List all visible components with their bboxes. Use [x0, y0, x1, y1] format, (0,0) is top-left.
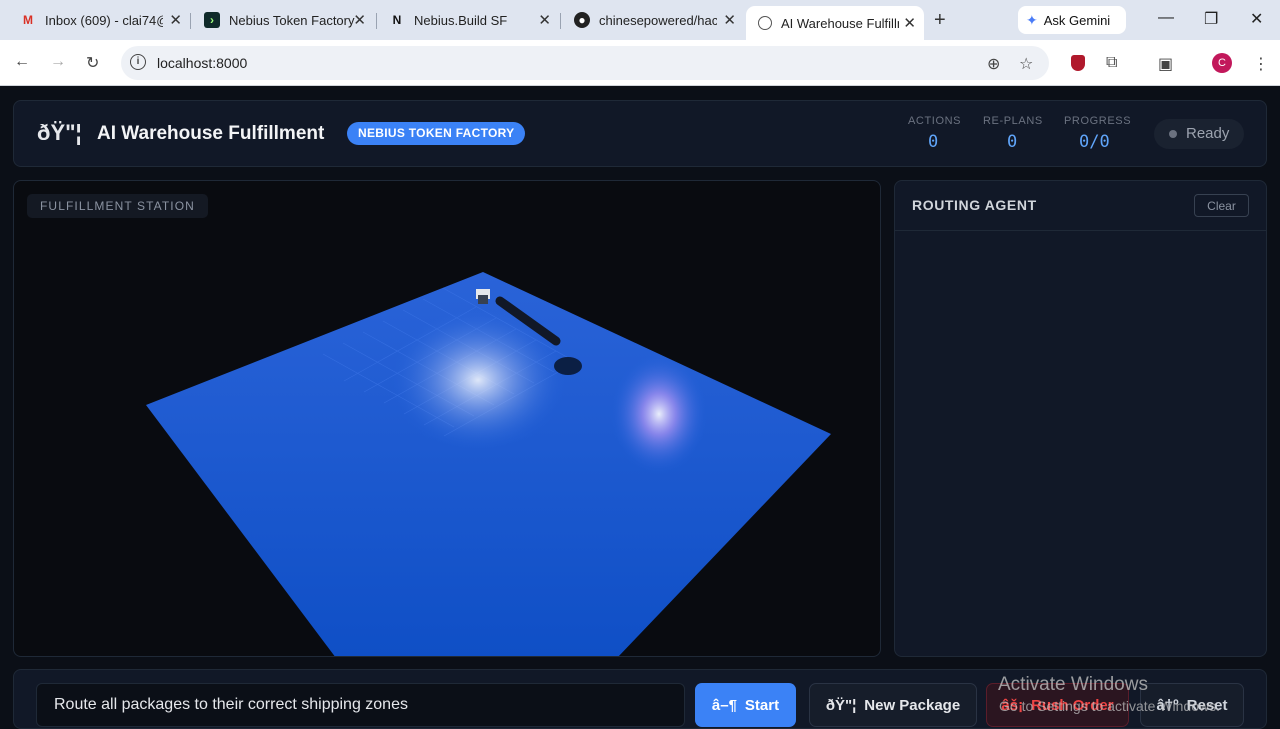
- gmail-icon: M: [23, 13, 33, 27]
- reload-icon[interactable]: ↻: [86, 53, 99, 73]
- routing-agent-title: ROUTING AGENT: [912, 197, 1037, 213]
- back-icon[interactable]: ←: [14, 53, 30, 71]
- stat-progress-value: 0/0: [1079, 132, 1110, 152]
- fulfillment-scene[interactable]: [13, 180, 881, 657]
- tab-nebius-token-factory[interactable]: › Nebius Token Factory ✕: [192, 6, 374, 34]
- restore-icon[interactable]: ❐: [1204, 9, 1218, 29]
- warehouse-floor-canvas[interactable]: [14, 181, 881, 657]
- package-icon: ðŸ"¦: [37, 120, 82, 145]
- tab-separator: [560, 13, 561, 29]
- clear-log-button[interactable]: Clear: [1194, 194, 1249, 217]
- tab-gmail[interactable]: M Inbox (609) - clai74@ ✕: [8, 6, 190, 34]
- close-tab-icon[interactable]: ✕: [169, 11, 182, 29]
- stat-actions-label: ACTIONS: [908, 115, 962, 127]
- activate-windows-watermark: Activate Windows: [998, 674, 1148, 695]
- start-button[interactable]: â–¶ Start: [695, 683, 796, 727]
- tab-github[interactable]: ● chinesepowered/hac ✕: [562, 6, 744, 34]
- tab-nebius-build[interactable]: N Nebius.Build SF ✕: [377, 6, 559, 34]
- gemini-sparkle-icon: ✦: [1026, 11, 1038, 28]
- nebius-icon: ›: [204, 12, 220, 28]
- provider-badge: NEBIUS TOKEN FACTORY: [347, 122, 526, 145]
- task-input[interactable]: [36, 683, 685, 727]
- tab-separator: [190, 13, 191, 29]
- shipping-bin: [554, 357, 582, 375]
- stat-replans-label: RE-PLANS: [983, 115, 1043, 127]
- tab-search-icon[interactable]: ▣: [1158, 54, 1173, 74]
- scene-label: FULFILLMENT STATION: [27, 194, 208, 218]
- activate-windows-subtext: Go to Settings to activate Windows.: [999, 698, 1220, 714]
- play-icon: â–¶: [711, 696, 737, 714]
- zoom-icon[interactable]: ⊕: [987, 54, 1000, 74]
- extensions-puzzle-icon[interactable]: ⧉: [1106, 54, 1117, 72]
- page-title: AI Warehouse Fulfillment: [97, 123, 325, 144]
- nebius-build-icon: N: [392, 13, 402, 27]
- package-icon: ðŸ"¦: [825, 696, 857, 714]
- github-icon: ●: [574, 12, 590, 28]
- omnibox[interactable]: [121, 46, 1049, 80]
- site-info-icon[interactable]: i: [130, 54, 146, 70]
- tab-ai-warehouse[interactable]: AI Warehouse Fulfilln ✕: [746, 6, 924, 40]
- close-tab-icon[interactable]: ✕: [903, 14, 916, 32]
- close-tab-icon[interactable]: ✕: [723, 11, 736, 29]
- light-spot-purple: [611, 354, 707, 474]
- status-dot-icon: [1169, 130, 1177, 138]
- url-text[interactable]: localhost:8000: [157, 55, 247, 71]
- status-badge: Ready: [1154, 119, 1244, 149]
- globe-icon: [758, 16, 772, 30]
- close-tab-icon[interactable]: ✕: [353, 11, 366, 29]
- forward-icon[interactable]: →: [50, 53, 66, 71]
- avatar[interactable]: C: [1212, 53, 1232, 73]
- bookmark-star-icon[interactable]: ☆: [1019, 54, 1033, 74]
- routing-agent-panel: [894, 180, 1267, 657]
- stat-actions-value: 0: [928, 132, 939, 152]
- minimize-icon[interactable]: —: [1158, 9, 1174, 27]
- extension-shield-icon[interactable]: [1071, 55, 1085, 71]
- menu-dots-icon[interactable]: ⋮: [1253, 54, 1269, 74]
- close-tab-icon[interactable]: ✕: [538, 11, 551, 29]
- new-package-button[interactable]: ðŸ"¦ New Package: [809, 683, 977, 727]
- new-tab-icon[interactable]: +: [934, 9, 946, 32]
- ask-gemini-button[interactable]: ✦ Ask Gemini: [1018, 6, 1126, 34]
- window-close-icon[interactable]: ✕: [1250, 9, 1263, 29]
- stat-progress-label: PROGRESS: [1064, 115, 1132, 127]
- stat-replans-value: 0: [1007, 132, 1018, 152]
